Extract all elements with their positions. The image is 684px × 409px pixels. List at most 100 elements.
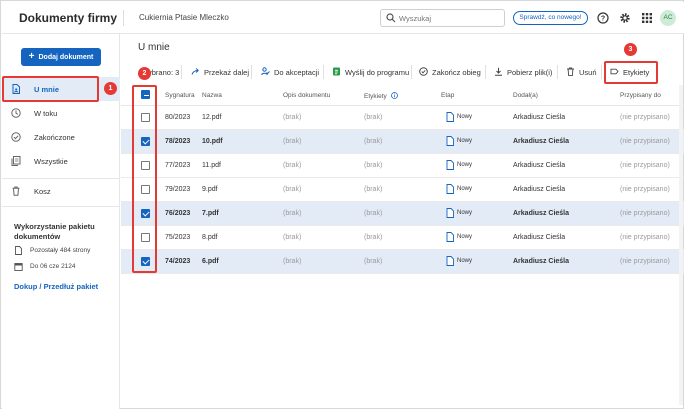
cell-signature: 79/2023 (165, 186, 191, 193)
table-row[interactable]: 77/2023 11.pdf (brak) (brak) Nowy Arkadiusz C… (121, 154, 684, 178)
quota-pages-text: Pozostały 484 strony (30, 247, 91, 254)
divider (181, 65, 182, 79)
divider (323, 65, 324, 79)
divider (123, 10, 124, 26)
delete-label: Usuń (579, 68, 597, 77)
cell-signature: 74/2023 (165, 258, 191, 265)
help-icon[interactable]: ? (597, 12, 609, 24)
table-row[interactable]: 79/2023 9.pdf (brak) (brak) Nowy Arkadiusz Ci… (121, 178, 684, 202)
sidebar-item-kosz[interactable]: Kosz (2, 179, 120, 203)
table-row[interactable]: 76/2023 7.pdf (brak) (brak) Nowy Arkadiusz Ci… (121, 202, 684, 226)
cell-signature: 76/2023 (165, 210, 191, 217)
page-title: U mnie (138, 42, 170, 53)
avatar[interactable]: AC (660, 10, 676, 26)
trash-icon (12, 186, 20, 196)
whats-new-button[interactable]: Sprawdź, co nowego! (513, 11, 588, 25)
trash-icon (567, 67, 574, 76)
column-header[interactable]: Przypisany do (620, 92, 661, 99)
sidebar-item-wszystkie[interactable]: Wszystkie (2, 149, 120, 173)
document-icon (446, 184, 454, 194)
cell-assigned-to: (nie przypisano) (620, 162, 670, 169)
document-icon (15, 246, 22, 255)
info-icon[interactable] (390, 92, 398, 99)
cell-added-by: Arkadiusz Cieśla (513, 234, 566, 241)
stage-label: Nowy (457, 162, 473, 168)
cell-added-by: Arkadiusz Cieśla (513, 114, 566, 121)
sidebar-item-label: Wszystkie (34, 157, 68, 166)
search-icon (386, 13, 396, 23)
add-document-button[interactable]: + Dodaj dokument (21, 48, 101, 66)
cell-labels: (brak) (364, 210, 383, 217)
divider (2, 206, 120, 207)
cell-description: (brak) (283, 114, 302, 121)
cell-name[interactable]: 9.pdf (202, 186, 218, 193)
stage-label: Nowy (457, 114, 473, 120)
forward-icon (191, 68, 199, 75)
cell-assigned-to: (nie przypisano) (620, 114, 670, 121)
check-circle-icon (11, 132, 21, 142)
approval-user-icon (261, 67, 270, 76)
cell-name[interactable]: 12.pdf (202, 114, 221, 121)
cell-added-by: Arkadiusz Cieśla (513, 138, 570, 145)
company-name[interactable]: Cukiernia Ptasie Mleczko (139, 13, 229, 22)
search-box[interactable] (380, 9, 505, 27)
download-icon (495, 67, 502, 76)
table-row[interactable]: 78/2023 10.pdf (brak) (brak) Nowy Arkadiusz C… (121, 130, 684, 154)
cell-description: (brak) (283, 258, 302, 265)
cell-labels: (brak) (364, 258, 383, 265)
top-bar: Dokumenty firmy Cukiernia Ptasie Mleczko… (2, 2, 684, 34)
column-header[interactable]: Opis dokumentu (283, 92, 330, 99)
scrollbar[interactable] (679, 85, 683, 405)
table-row[interactable]: 75/2023 8.pdf (brak) (brak) Nowy Arkadiusz Ci… (121, 226, 684, 250)
cell-name[interactable]: 10.pdf (202, 138, 223, 145)
highlight-box (2, 76, 99, 102)
column-header[interactable]: Sygnatura (165, 92, 195, 99)
highlight-box (132, 85, 157, 273)
cell-labels: (brak) (364, 114, 383, 121)
column-header[interactable]: Nazwa (202, 92, 222, 99)
search-input[interactable] (399, 12, 499, 24)
cell-description: (brak) (283, 138, 302, 145)
sidebar-item-label: Kosz (34, 187, 51, 196)
table-row[interactable]: 80/2023 12.pdf (brak) (brak) Nowy Arkadiusz C… (121, 106, 684, 130)
cell-labels: (brak) (364, 138, 383, 145)
cell-description: (brak) (283, 186, 302, 193)
stage-label: Nowy (457, 234, 473, 240)
cell-added-by: Arkadiusz Cieśla (513, 210, 570, 217)
document-icon (446, 232, 454, 242)
step-badge: 1 (104, 82, 117, 95)
apps-grid-icon[interactable] (641, 12, 653, 24)
app-title: Dokumenty firmy (19, 11, 118, 25)
clock-icon (11, 108, 21, 118)
table-row[interactable]: 74/2023 6.pdf (brak) (brak) Nowy Arkadiusz Ci… (121, 250, 684, 274)
column-header[interactable]: Etap (441, 92, 454, 99)
column-header[interactable]: Dodał(a) (513, 92, 538, 99)
cell-assigned-to: (nie przypisano) (620, 234, 670, 241)
sidebar-item-zakonczone[interactable]: Zakończone (2, 125, 120, 149)
quota-date-text: Do 06 cze 2124 (30, 263, 76, 270)
cell-name[interactable]: 6.pdf (202, 258, 219, 265)
cell-added-by: Arkadiusz Cieśla (513, 258, 570, 265)
sidebar-item-w-toku[interactable]: W toku (2, 101, 120, 125)
cell-assigned-to: (nie przypisano) (620, 258, 670, 265)
send-to-program-icon (333, 67, 340, 76)
cell-added-by: Arkadiusz Cieśla (513, 186, 566, 193)
gear-icon[interactable] (619, 12, 631, 24)
actions-toolbar: Wybrano: 3 Przekaż dalej Do akceptacji W… (121, 62, 684, 84)
stage-label: Nowy (457, 186, 473, 192)
cell-assigned-to: (nie przypisano) (620, 138, 670, 145)
buy-package-link[interactable]: Dokup / Przedłuż pakiet (14, 282, 98, 291)
cell-name[interactable]: 8.pdf (202, 234, 218, 241)
document-icon (446, 112, 454, 122)
app-window: Dokumenty firmy Cukiernia Ptasie Mleczko… (0, 0, 684, 409)
forward-label: Przekaż dalej (204, 68, 250, 77)
column-header-label: Etykiety (364, 93, 387, 100)
stage-label: Nowy (457, 138, 473, 144)
column-header[interactable]: Etykiety (364, 92, 398, 100)
document-icon (446, 160, 454, 170)
cell-name[interactable]: 7.pdf (202, 210, 219, 217)
cell-name[interactable]: 11.pdf (202, 162, 221, 169)
stage-label: Nowy (457, 210, 473, 216)
step-badge: 3 (624, 43, 637, 56)
divider (251, 65, 252, 79)
